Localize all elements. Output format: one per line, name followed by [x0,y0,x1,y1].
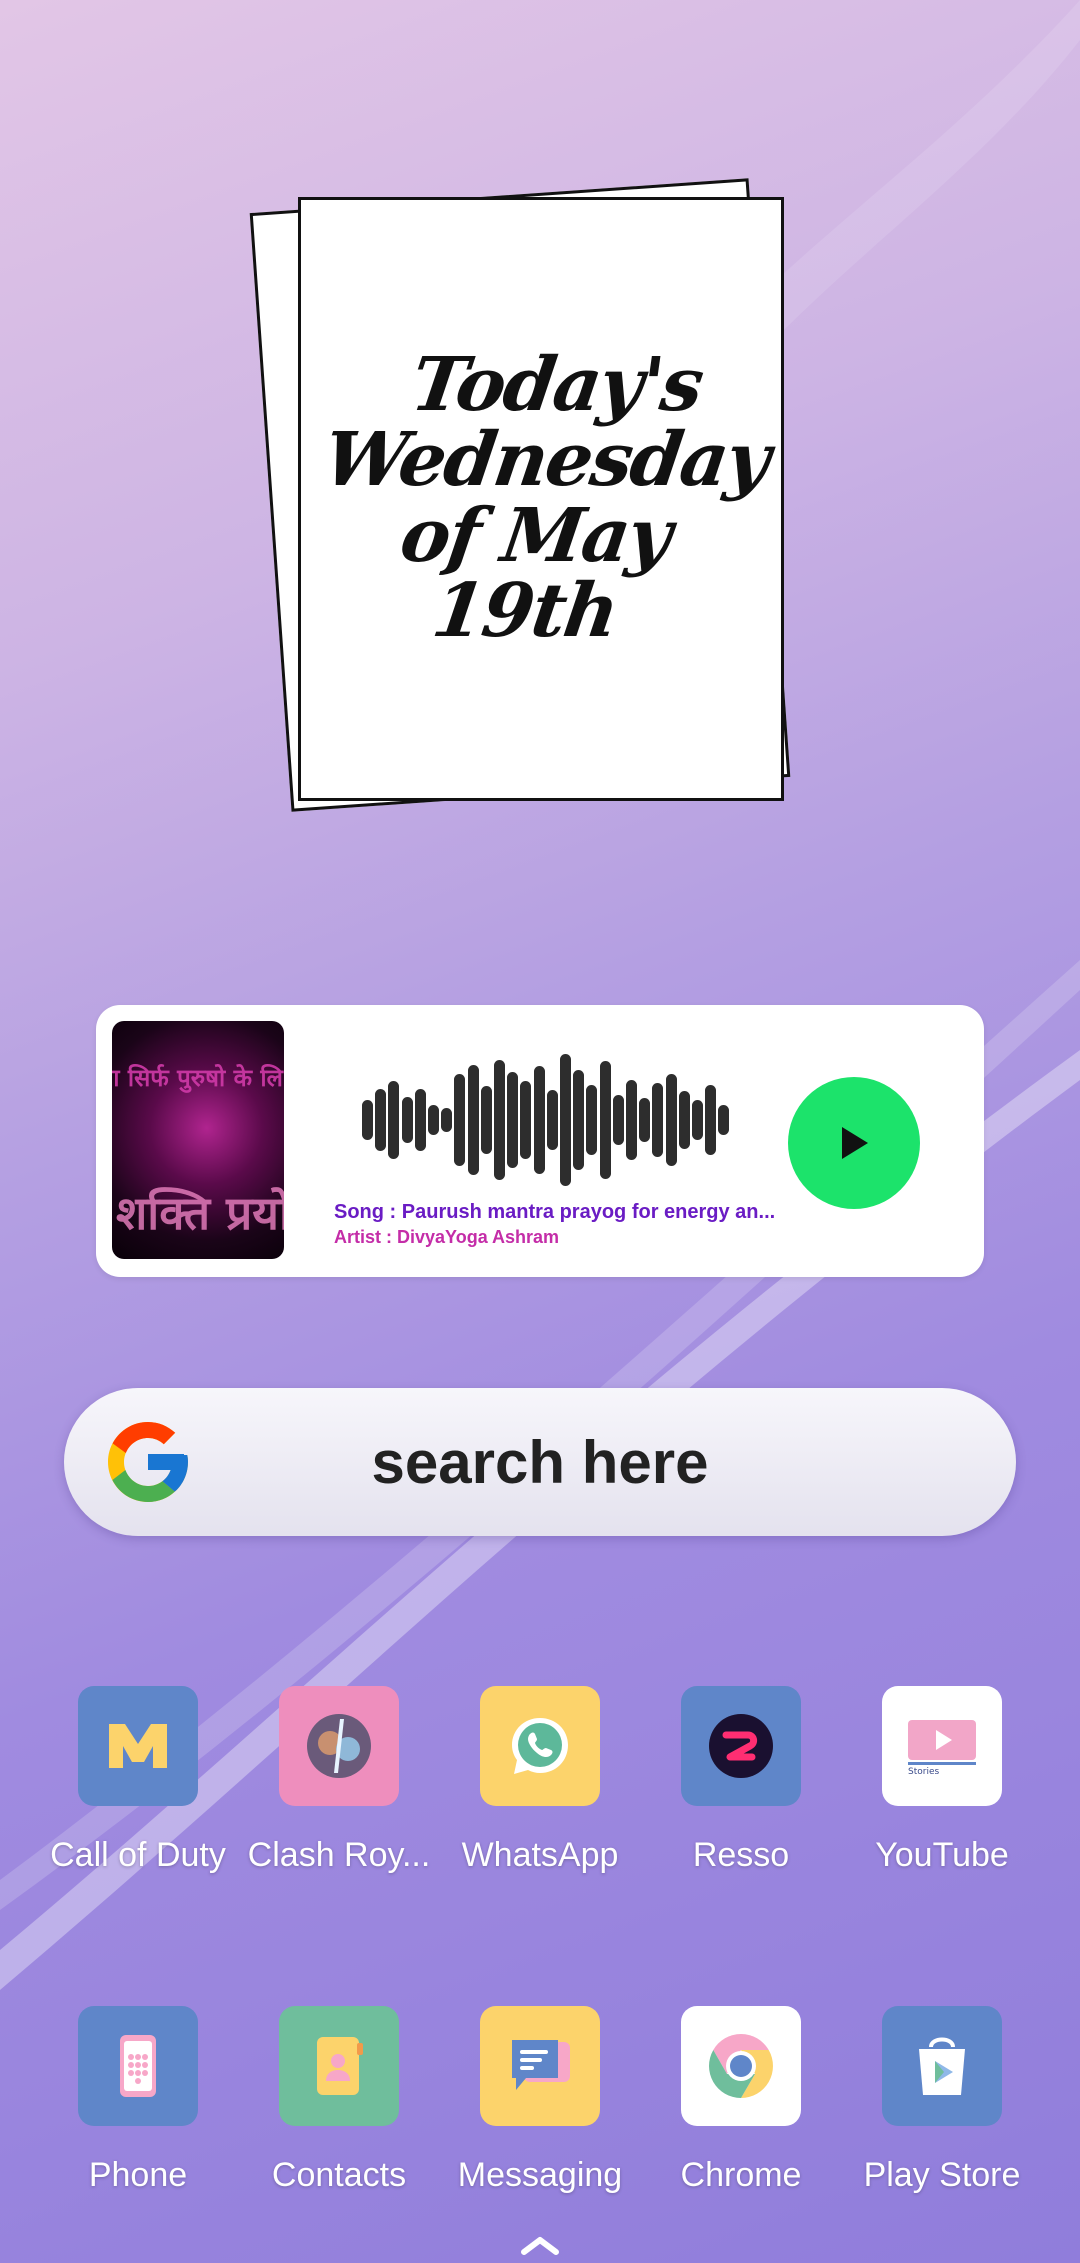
app-label: Call of Duty [50,1836,226,1874]
date-line-3: of May [395,493,676,579]
whatsapp-icon [480,1686,600,1806]
waveform-bar [560,1054,571,1186]
waveform-bar [388,1081,400,1159]
waveform-bar [692,1100,703,1140]
date-text: Today's Wednesday of May 19th [298,342,784,655]
waveform-bar [480,1086,492,1154]
date-line-2: Wednesday [318,417,775,504]
app-label: WhatsApp [461,1836,619,1874]
album-art-text-top: ग सिर्फ पुरुषो के लि [112,1064,283,1092]
waveform-bar [665,1074,677,1166]
waveform-bar [428,1105,439,1135]
waveform-bar [678,1091,690,1149]
app-label: Resso [692,1836,790,1874]
app-call-of-duty[interactable]: Call of Duty [38,1686,238,1906]
app-whatsapp[interactable]: WhatsApp [440,1686,640,1906]
waveform-bar [586,1085,598,1155]
waveform-bar [494,1060,505,1180]
app-phone[interactable]: Phone [38,2006,238,2226]
waveform-bar [375,1089,387,1151]
app-contacts[interactable]: Contacts [239,2006,439,2226]
search-placeholder: search here [371,1428,709,1496]
waveform-bar [414,1089,426,1151]
app-label: Chrome [680,2156,802,2194]
google-search-bar[interactable]: search here [64,1388,1016,1536]
app-drawer-chevron-up-icon[interactable] [516,2232,564,2256]
song-title: Song : Paurush mantra prayog for energy … [334,1201,776,1223]
waveform-bar [612,1095,624,1145]
play-store-icon [882,2006,1002,2126]
app-label: YouTube [875,1836,1009,1874]
call-of-duty-icon [78,1686,198,1806]
waveform-bar [467,1065,479,1175]
waveform-bar [401,1097,413,1143]
waveform-bar [362,1100,373,1140]
waveform-bar [626,1080,637,1160]
waveform-bar [573,1070,585,1170]
app-label: Phone [88,2156,188,2194]
date-line-4: 19th [427,568,623,655]
youtube-stories-badge: Stories [908,1767,939,1776]
app-resso[interactable]: Resso [641,1686,841,1906]
app-messaging[interactable]: Messaging [440,2006,640,2226]
waveform-bar [454,1074,466,1166]
app-clash-royale[interactable]: Clash Roy... [239,1686,439,1906]
app-label: Contacts [271,2156,407,2194]
messaging-icon [480,2006,600,2126]
artist-name: Artist : DivyaYoga Ashram [334,1227,560,1247]
music-player-widget[interactable]: ग सिर्फ पुरुषो के लि शक्ति प्रयो Song : … [96,1005,984,1277]
chrome-icon [681,2006,801,2126]
album-art[interactable]: ग सिर्फ पुरुषो के लि शक्ति प्रयो [112,1021,284,1259]
app-label: Clash Roy... [247,1836,431,1874]
date-line-1: Today's [406,342,708,429]
app-label: Messaging [457,2156,623,2194]
date-note-widget[interactable]: Today's Wednesday of May 19th [249,175,810,825]
app-youtube[interactable]: Stories YouTube [842,1686,1042,1906]
waveform-bar [533,1066,545,1174]
album-art-text-bottom: शक्ति प्रयो [116,1186,284,1240]
waveform-bar [705,1085,717,1155]
app-play-store[interactable]: Play Store [842,2006,1042,2226]
note-front-page: Today's Wednesday of May 19th [298,197,784,801]
contacts-icon [279,2006,399,2126]
waveform-bar [520,1081,532,1159]
waveform-bar [507,1072,519,1168]
waveform-bar [441,1108,453,1132]
phone-icon [78,2006,198,2126]
waveform-bar [599,1061,611,1179]
audio-waveform-icon [362,1045,732,1195]
youtube-icon: Stories [882,1686,1002,1806]
app-label: Play Store [863,2156,1021,2194]
play-button[interactable] [788,1077,920,1209]
app-chrome[interactable]: Chrome [641,2006,841,2226]
waveform-bar [546,1090,558,1150]
waveform-bar [652,1083,664,1157]
waveform-bar [639,1098,651,1142]
resso-icon [681,1686,801,1806]
waveform-bar [718,1105,730,1135]
play-icon [842,1127,868,1159]
clash-royale-icon [279,1686,399,1806]
